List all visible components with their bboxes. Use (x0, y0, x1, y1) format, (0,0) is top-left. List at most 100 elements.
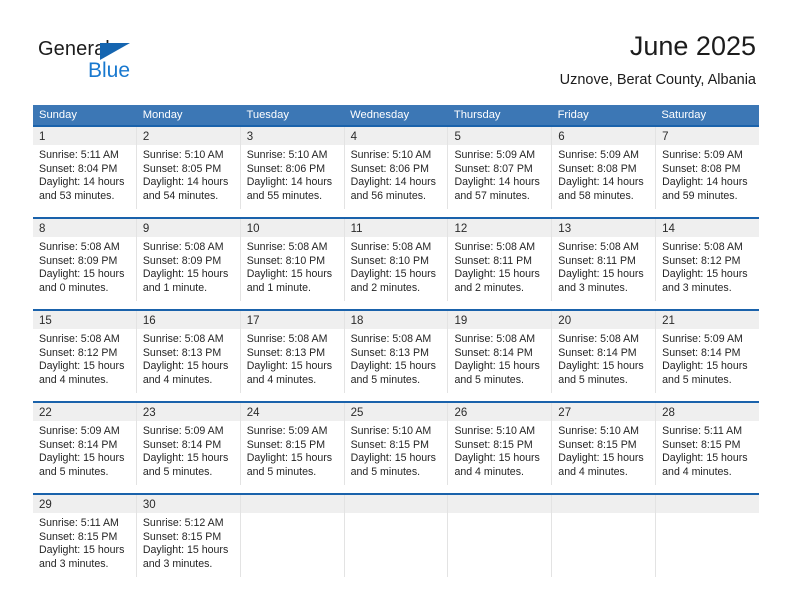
daylight-duration-line1: Daylight: 15 hours (39, 360, 125, 373)
daylight-duration-line2: and 5 minutes. (350, 373, 421, 386)
day-number-band (344, 495, 448, 513)
day-cell[interactable]: 12 Sunrise: 5:08 AM Sunset: 8:11 PM Dayligh… (448, 219, 553, 301)
day-number: 29 (39, 499, 52, 511)
day-number: 23 (142, 407, 156, 419)
day-cell[interactable]: 8 Sunrise: 5:08 AM Sunset: 8:09 PM Daylight… (33, 219, 137, 301)
daylight-duration-line2: and 58 minutes. (558, 189, 634, 202)
day-number-band: 14 (656, 219, 760, 237)
page-header: General Blue June 2025 Uznove, Berat Cou… (0, 0, 792, 100)
day-cell-body: Sunrise: 5:08 AM Sunset: 8:09 PM Daylight:… (33, 237, 136, 295)
day-cell[interactable]: 23 Sunrise: 5:09 AM Sunset: 8:14 PM Dayligh… (136, 403, 241, 485)
day-number: 22 (39, 407, 52, 419)
sunset-time: Sunset: 8:10 PM (350, 254, 429, 267)
daylight-duration-line2: and 4 minutes. (558, 465, 628, 478)
day-number-band: 19 (448, 311, 552, 329)
day-cell-body: Sunrise: 5:10 AM Sunset: 8:06 PM Daylight:… (345, 145, 448, 203)
sunset-time: Sunset: 8:07 PM (454, 162, 533, 175)
day-cell[interactable]: 16 Sunrise: 5:08 AM Sunset: 8:13 PM Dayligh… (136, 311, 241, 393)
daylight-duration-line1: Daylight: 15 hours (39, 544, 125, 557)
sunrise-time: Sunrise: 5:08 AM (558, 333, 639, 345)
daylight-duration-line1: Daylight: 14 hours (350, 176, 436, 189)
day-cell-body: Sunrise: 5:08 AM Sunset: 8:11 PM Daylight:… (552, 237, 655, 295)
day-number-band: 20 (552, 311, 656, 329)
sunset-time: Sunset: 8:14 PM (454, 346, 533, 359)
daylight-duration-line1: Daylight: 15 hours (142, 544, 229, 557)
sunrise-time: Sunrise: 5:09 AM (662, 149, 743, 161)
day-cell[interactable]: 20 Sunrise: 5:08 AM Sunset: 8:14 PM Dayligh… (552, 311, 657, 393)
day-cell[interactable]: 19 Sunrise: 5:08 AM Sunset: 8:14 PM Dayligh… (448, 311, 553, 393)
day-cell[interactable]: 4 Sunrise: 5:10 AM Sunset: 8:06 PM Daylight… (344, 127, 449, 209)
day-number: 18 (350, 315, 364, 327)
day-number-band: 28 (656, 403, 760, 421)
sunrise-time: Sunrise: 5:08 AM (662, 241, 743, 253)
sunset-time: Sunset: 8:09 PM (142, 254, 222, 267)
sunrise-time: Sunrise: 5:09 AM (142, 425, 224, 437)
sunset-time: Sunset: 8:10 PM (246, 254, 326, 267)
day-number-band (656, 495, 760, 513)
daylight-duration-line1: Daylight: 15 hours (454, 360, 540, 373)
sunset-time: Sunset: 8:08 PM (662, 162, 741, 175)
day-cell[interactable]: 22 Sunrise: 5:09 AM Sunset: 8:14 PM Dayligh… (33, 403, 137, 485)
day-cell[interactable]: 15 Sunrise: 5:08 AM Sunset: 8:12 PM Dayligh… (33, 311, 137, 393)
weekday-friday: Friday (557, 109, 589, 121)
week-row-inner: 8 Sunrise: 5:08 AM Sunset: 8:09 PM Daylight… (33, 219, 760, 301)
day-cell[interactable]: 13 Sunrise: 5:08 AM Sunset: 8:11 PM Dayligh… (552, 219, 657, 301)
day-cell-body: Sunrise: 5:08 AM Sunset: 8:11 PM Daylight:… (448, 237, 551, 295)
sunset-time: Sunset: 8:15 PM (558, 438, 637, 451)
day-cell[interactable]: 1 Sunrise: 5:11 AM Sunset: 8:04 PM Daylight… (33, 127, 137, 209)
day-cell-body: Sunrise: 5:08 AM Sunset: 8:12 PM Daylight:… (33, 329, 136, 387)
day-number: 28 (662, 407, 675, 419)
day-cell[interactable]: 27 Sunrise: 5:10 AM Sunset: 8:15 PM Dayligh… (552, 403, 657, 485)
day-cell[interactable]: 30 Sunrise: 5:12 AM Sunset: 8:15 PM Dayligh… (136, 495, 241, 577)
day-cell[interactable]: 28 Sunrise: 5:11 AM Sunset: 8:15 PM Dayligh… (656, 403, 760, 485)
daylight-duration-line1: Daylight: 15 hours (246, 452, 333, 465)
sunrise-time: Sunrise: 5:09 AM (558, 149, 639, 161)
week-row-inner: 1 Sunrise: 5:11 AM Sunset: 8:04 PM Daylight… (33, 127, 760, 209)
day-number: 4 (350, 131, 357, 143)
day-cell[interactable]: 5 Sunrise: 5:09 AM Sunset: 8:07 PM Daylight… (448, 127, 553, 209)
general-blue-logo[interactable]: General Blue (38, 38, 168, 86)
weekday-thursday: Thursday (453, 109, 501, 121)
day-cell[interactable]: 25 Sunrise: 5:10 AM Sunset: 8:15 PM Dayligh… (344, 403, 449, 485)
day-cell-body: Sunrise: 5:08 AM Sunset: 8:10 PM Daylight:… (345, 237, 448, 295)
sunrise-time: Sunrise: 5:08 AM (350, 333, 432, 345)
daylight-duration-line2: and 56 minutes. (350, 189, 426, 202)
day-cell[interactable]: 7 Sunrise: 5:09 AM Sunset: 8:08 PM Daylight… (656, 127, 760, 209)
day-number-band: 25 (344, 403, 448, 421)
day-number-band: 3 (240, 127, 344, 145)
day-number: 14 (662, 223, 675, 235)
sunset-time: Sunset: 8:12 PM (662, 254, 741, 267)
day-number-band: 27 (552, 403, 656, 421)
sunrise-time: Sunrise: 5:08 AM (350, 241, 432, 253)
sunrise-time: Sunrise: 5:10 AM (558, 425, 639, 437)
day-cell[interactable]: 11 Sunrise: 5:08 AM Sunset: 8:10 PM Dayligh… (344, 219, 449, 301)
day-cell[interactable]: 3 Sunrise: 5:10 AM Sunset: 8:06 PM Daylight… (240, 127, 345, 209)
day-cell[interactable]: 17 Sunrise: 5:08 AM Sunset: 8:13 PM Dayligh… (240, 311, 345, 393)
sunrise-time: Sunrise: 5:10 AM (246, 149, 328, 161)
weekday-saturday: Saturday (661, 109, 707, 121)
sunrise-time: Sunrise: 5:10 AM (350, 425, 432, 437)
sunset-time: Sunset: 8:15 PM (39, 530, 118, 543)
sunset-time: Sunset: 8:08 PM (558, 162, 637, 175)
day-cell[interactable]: 21 Sunrise: 5:09 AM Sunset: 8:14 PM Dayligh… (656, 311, 760, 393)
day-number: 16 (142, 315, 156, 327)
day-cell[interactable]: 26 Sunrise: 5:10 AM Sunset: 8:15 PM Dayligh… (448, 403, 553, 485)
daylight-duration-line1: Daylight: 15 hours (558, 268, 644, 281)
day-cell[interactable]: 29 Sunrise: 5:11 AM Sunset: 8:15 PM Dayligh… (33, 495, 137, 577)
day-cell[interactable]: 2 Sunrise: 5:10 AM Sunset: 8:05 PM Daylight… (136, 127, 241, 209)
sunset-time: Sunset: 8:15 PM (142, 530, 222, 543)
daylight-duration-line1: Daylight: 15 hours (142, 268, 229, 281)
daylight-duration-line1: Daylight: 15 hours (39, 452, 125, 465)
day-cell[interactable]: 9 Sunrise: 5:08 AM Sunset: 8:09 PM Daylight… (136, 219, 241, 301)
day-number: 19 (454, 315, 468, 327)
day-cell[interactable]: 10 Sunrise: 5:08 AM Sunset: 8:10 PM Dayligh… (240, 219, 345, 301)
daylight-duration-line1: Daylight: 14 hours (39, 176, 125, 189)
day-number-band: 24 (240, 403, 344, 421)
week-row: 22 Sunrise: 5:09 AM Sunset: 8:14 PM Dayligh… (33, 401, 760, 485)
day-cell[interactable]: 6 Sunrise: 5:09 AM Sunset: 8:08 PM Daylight… (552, 127, 657, 209)
day-cell[interactable]: 24 Sunrise: 5:09 AM Sunset: 8:15 PM Dayligh… (240, 403, 345, 485)
day-cell[interactable]: 18 Sunrise: 5:08 AM Sunset: 8:13 PM Dayligh… (344, 311, 449, 393)
sunrise-time: Sunrise: 5:12 AM (142, 517, 224, 529)
day-cell[interactable]: 14 Sunrise: 5:08 AM Sunset: 8:12 PM Dayligh… (656, 219, 760, 301)
day-cell-body: Sunrise: 5:09 AM Sunset: 8:14 PM Daylight:… (137, 421, 240, 479)
